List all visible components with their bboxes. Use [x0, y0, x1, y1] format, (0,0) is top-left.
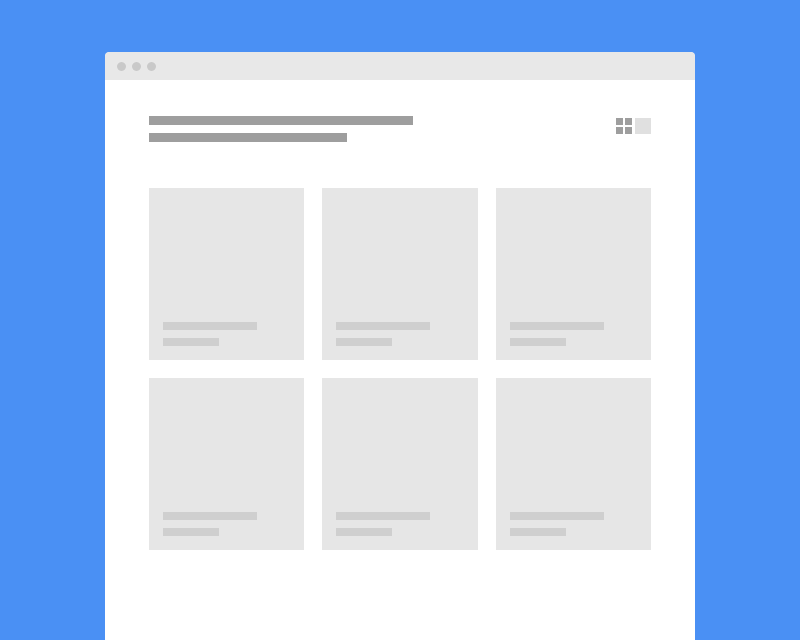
card-subtitle [510, 338, 566, 346]
card[interactable] [322, 188, 477, 360]
view-toggle [616, 118, 651, 134]
maximize-icon[interactable] [147, 62, 156, 71]
card[interactable] [496, 188, 651, 360]
page-title [149, 116, 413, 125]
card-grid [149, 188, 651, 550]
card-subtitle [163, 338, 219, 346]
card-title [510, 322, 604, 330]
card-subtitle [336, 528, 392, 536]
title-bar [105, 52, 695, 80]
card-title [336, 512, 430, 520]
card-title [510, 512, 604, 520]
list-view-icon[interactable] [635, 118, 651, 134]
card[interactable] [322, 378, 477, 550]
minimize-icon[interactable] [132, 62, 141, 71]
page-content [105, 80, 695, 640]
card-subtitle [510, 528, 566, 536]
card-title [336, 322, 430, 330]
header-row [149, 116, 651, 142]
grid-view-icon[interactable] [616, 118, 632, 134]
close-icon[interactable] [117, 62, 126, 71]
headings [149, 116, 413, 142]
card[interactable] [496, 378, 651, 550]
card[interactable] [149, 378, 304, 550]
page-subtitle [149, 133, 347, 142]
card-subtitle [336, 338, 392, 346]
card-title [163, 512, 257, 520]
browser-window [105, 52, 695, 640]
card[interactable] [149, 188, 304, 360]
card-subtitle [163, 528, 219, 536]
card-title [163, 322, 257, 330]
